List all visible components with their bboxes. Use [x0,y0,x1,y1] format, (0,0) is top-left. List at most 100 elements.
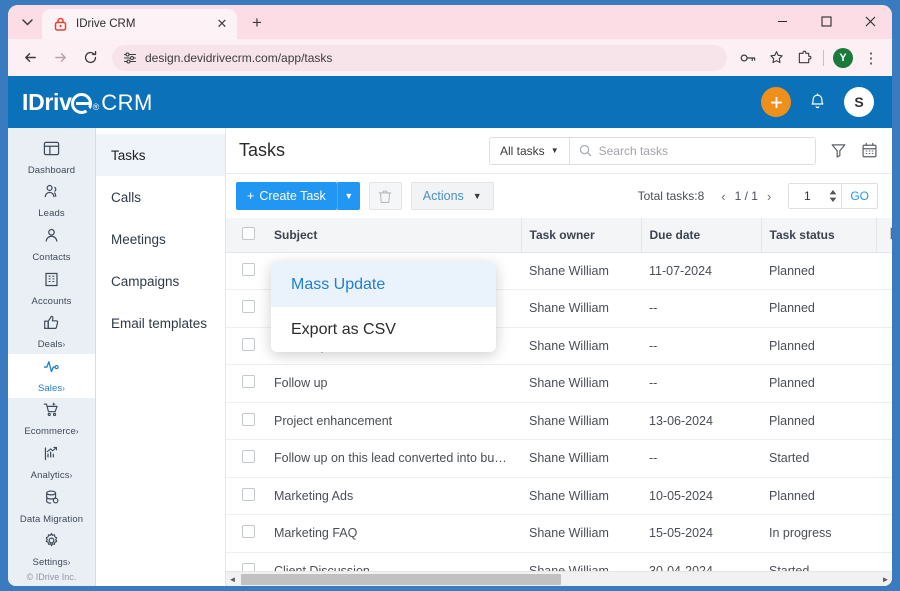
search-input[interactable]: Search tasks [570,144,815,158]
profile-avatar[interactable]: Y [830,45,856,71]
reload-icon[interactable] [76,44,104,72]
scrollbar-thumb[interactable] [241,573,561,585]
cell-subject[interactable]: Follow up [266,364,521,403]
table-row[interactable]: Follow up Shane William -- Planned [226,364,892,403]
select-all-checkbox[interactable] [242,226,255,240]
sidebar-item-data-migration[interactable]: Data Migration [8,485,95,529]
actions-button[interactable]: Actions ▼ [410,182,494,210]
prev-page-button[interactable]: ‹ [721,189,725,204]
new-tab-button[interactable]: + [243,9,271,37]
page-number-stepper[interactable] [825,190,841,202]
cell-task-status: Planned [761,477,876,515]
back-icon[interactable] [16,44,44,72]
go-button[interactable]: GO [841,184,877,208]
sidebar-item-email-templates[interactable]: Email templates [96,302,225,344]
cell-due-date: -- [641,439,761,478]
cell-task-status: Planned [761,402,876,440]
contact-icon [43,227,60,249]
sidebar-copyright: © IDrive Inc. [26,572,77,582]
extensions-icon[interactable] [791,45,817,71]
password-key-icon[interactable] [735,45,761,71]
horizontal-scrollbar[interactable]: ◄ ► [226,571,892,586]
site-settings-icon[interactable] [122,50,137,65]
sidebar-label: Contacts [32,251,71,263]
sidebar-label: Analytics› [30,469,73,481]
create-task-dropdown-caret[interactable]: ▼ [336,182,360,210]
scroll-right-arrow-icon[interactable]: ► [879,575,892,584]
cell-subject[interactable]: Follow up on this lead converted into bu… [266,439,521,478]
delete-button[interactable] [368,182,402,210]
page-number-input[interactable]: 1 [789,189,825,203]
row-checkbox[interactable] [242,450,255,464]
cell-task-owner: Shane William [521,289,641,328]
sidebar-item-contacts[interactable]: Contacts [8,223,95,267]
search-placeholder: Search tasks [598,143,668,158]
forward-icon[interactable] [46,44,74,72]
sidebar-item-sales[interactable]: Sales› [8,353,95,398]
database-icon [43,489,60,511]
sidebar-item-campaigns[interactable]: Campaigns [96,260,225,302]
browser-tab[interactable]: IDrive CRM ✕ [42,9,237,39]
cell-subject[interactable]: Marketing Ads [266,477,521,515]
cell-subject[interactable]: Marketing FAQ [266,514,521,553]
main-header-controls: All tasks ▼ Search tasks [489,136,878,165]
sidebar-item-tasks[interactable]: Tasks [96,134,225,176]
notifications-bell-icon[interactable] [809,93,826,111]
menu-item-mass-update[interactable]: Mass Update [271,262,496,307]
sidebar-item-ecommerce[interactable]: Ecommerce› [8,398,95,442]
page-jump-group: 1 GO [788,183,878,209]
plus-icon: + [247,189,255,203]
cell-subject[interactable]: Client Discussion [266,552,521,571]
sidebar-item-meetings[interactable]: Meetings [96,218,225,260]
minimize-button[interactable] [760,5,804,37]
bookmark-star-icon[interactable] [763,45,789,71]
column-header-due-date[interactable]: Due date [640,218,761,253]
table-row[interactable]: Client Discussion Shane William 30-04-20… [226,552,892,571]
create-task-button[interactable]: + Create Task [236,182,337,210]
column-settings-icon[interactable] [890,226,892,241]
row-checkbox[interactable] [242,300,255,314]
table-row[interactable]: Marketing FAQ Shane William 15-05-2024 I… [226,514,892,553]
address-bar[interactable]: design.devidrivecrm.com/app/tasks [112,44,727,71]
table-row[interactable]: Follow up on this lead converted into bu… [226,439,892,478]
create-task-split-button: + Create Task ▼ [236,182,360,210]
column-header-subject[interactable]: Subject [266,218,521,253]
row-checkbox[interactable] [242,487,255,501]
row-checkbox[interactable] [242,412,255,426]
row-checkbox[interactable] [242,525,255,539]
tab-close-icon[interactable]: ✕ [213,15,231,33]
row-checkbox[interactable] [242,262,255,276]
filter-select-value: All tasks [500,143,545,158]
row-checkbox[interactable] [242,337,255,351]
row-checkbox[interactable] [242,562,255,571]
browser-menu-icon[interactable]: ⋮ [858,45,884,71]
sidebar-item-dashboard[interactable]: Dashboard [8,136,95,180]
scroll-left-arrow-icon[interactable]: ◄ [226,575,239,584]
sidebar-item-settings[interactable]: Settings› [8,528,95,572]
user-avatar[interactable]: S [844,87,874,117]
quick-add-button[interactable] [761,87,791,117]
task-filter-select[interactable]: All tasks ▼ [490,137,570,164]
cell-spacer [876,252,892,290]
close-window-button[interactable] [848,5,892,37]
menu-item-export-as-csv[interactable]: Export as CSV [271,307,496,352]
table-row[interactable]: Marketing Ads Shane William 10-05-2024 P… [226,477,892,515]
sidebar-item-deals[interactable]: Deals› [8,310,95,354]
cell-task-owner: Shane William [521,439,641,478]
table-row[interactable]: Project enhancement Shane William 13-06-… [226,402,892,440]
sidebar-item-analytics[interactable]: Analytics› [8,441,95,485]
tab-search-button[interactable] [12,7,42,37]
calendar-icon[interactable] [861,142,878,159]
sidebar-item-accounts[interactable]: Accounts [8,267,95,311]
cell-subject[interactable]: Project enhancement [266,402,521,440]
sidebar-item-leads[interactable]: Leads [8,180,95,224]
column-header-task-status[interactable]: Task status [760,218,876,253]
next-page-button[interactable]: › [767,189,771,204]
sidebar-item-calls[interactable]: Calls [96,176,225,218]
scrollbar-track[interactable] [239,572,879,587]
column-header-task-owner[interactable]: Task owner [520,218,641,253]
row-checkbox[interactable] [242,375,255,389]
app-logo[interactable]: IDriv ® CRM [22,89,153,116]
filter-funnel-icon[interactable] [830,142,847,159]
maximize-button[interactable] [804,5,848,37]
